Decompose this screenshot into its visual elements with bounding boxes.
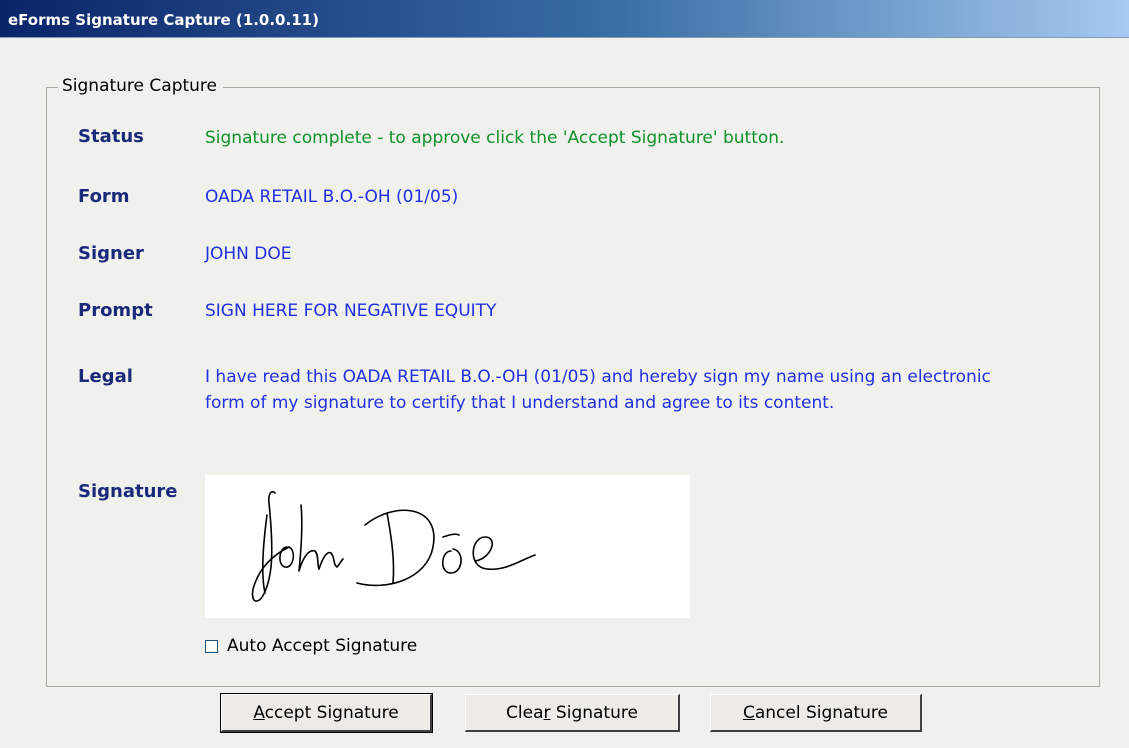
form-value: OADA RETAIL B.O.-OH (01/05) [205,187,459,207]
title-bar[interactable]: eForms Signature Capture (1.0.0.11) [0,0,1129,38]
accept-signature-label: Accept Signature [253,702,399,723]
accept-signature-button[interactable]: Accept Signature [220,693,433,733]
prompt-label: Prompt [78,300,153,321]
auto-accept-label[interactable]: Auto Accept Signature [227,636,417,656]
cancel-signature-button[interactable]: Cancel Signature [710,694,922,732]
clear-signature-button[interactable]: Clear Signature [465,694,680,732]
signature-image [251,490,536,602]
window-title: eForms Signature Capture (1.0.0.11) [8,11,319,29]
clear-signature-label: Clear Signature [506,702,638,723]
signature-capture-window: eForms Signature Capture (1.0.0.11) Sign… [0,0,1129,748]
prompt-value: SIGN HERE FOR NEGATIVE EQUITY [205,301,497,321]
signature-label: Signature [78,481,178,502]
status-value: Signature complete - to approve click th… [205,128,785,148]
status-label: Status [78,126,144,147]
auto-accept-row[interactable]: Auto Accept Signature [205,634,417,658]
signature-pad[interactable] [205,475,690,618]
cancel-signature-label: Cancel Signature [742,702,888,723]
group-legend: Signature Capture [58,76,224,96]
signer-label: Signer [78,243,144,264]
legal-label: Legal [78,366,133,387]
form-label: Form [78,186,130,207]
legal-text: I have read this OADA RETAIL B.O.-OH (01… [205,367,991,413]
auto-accept-checkbox[interactable] [205,639,218,653]
signer-value: JOHN DOE [205,244,292,264]
